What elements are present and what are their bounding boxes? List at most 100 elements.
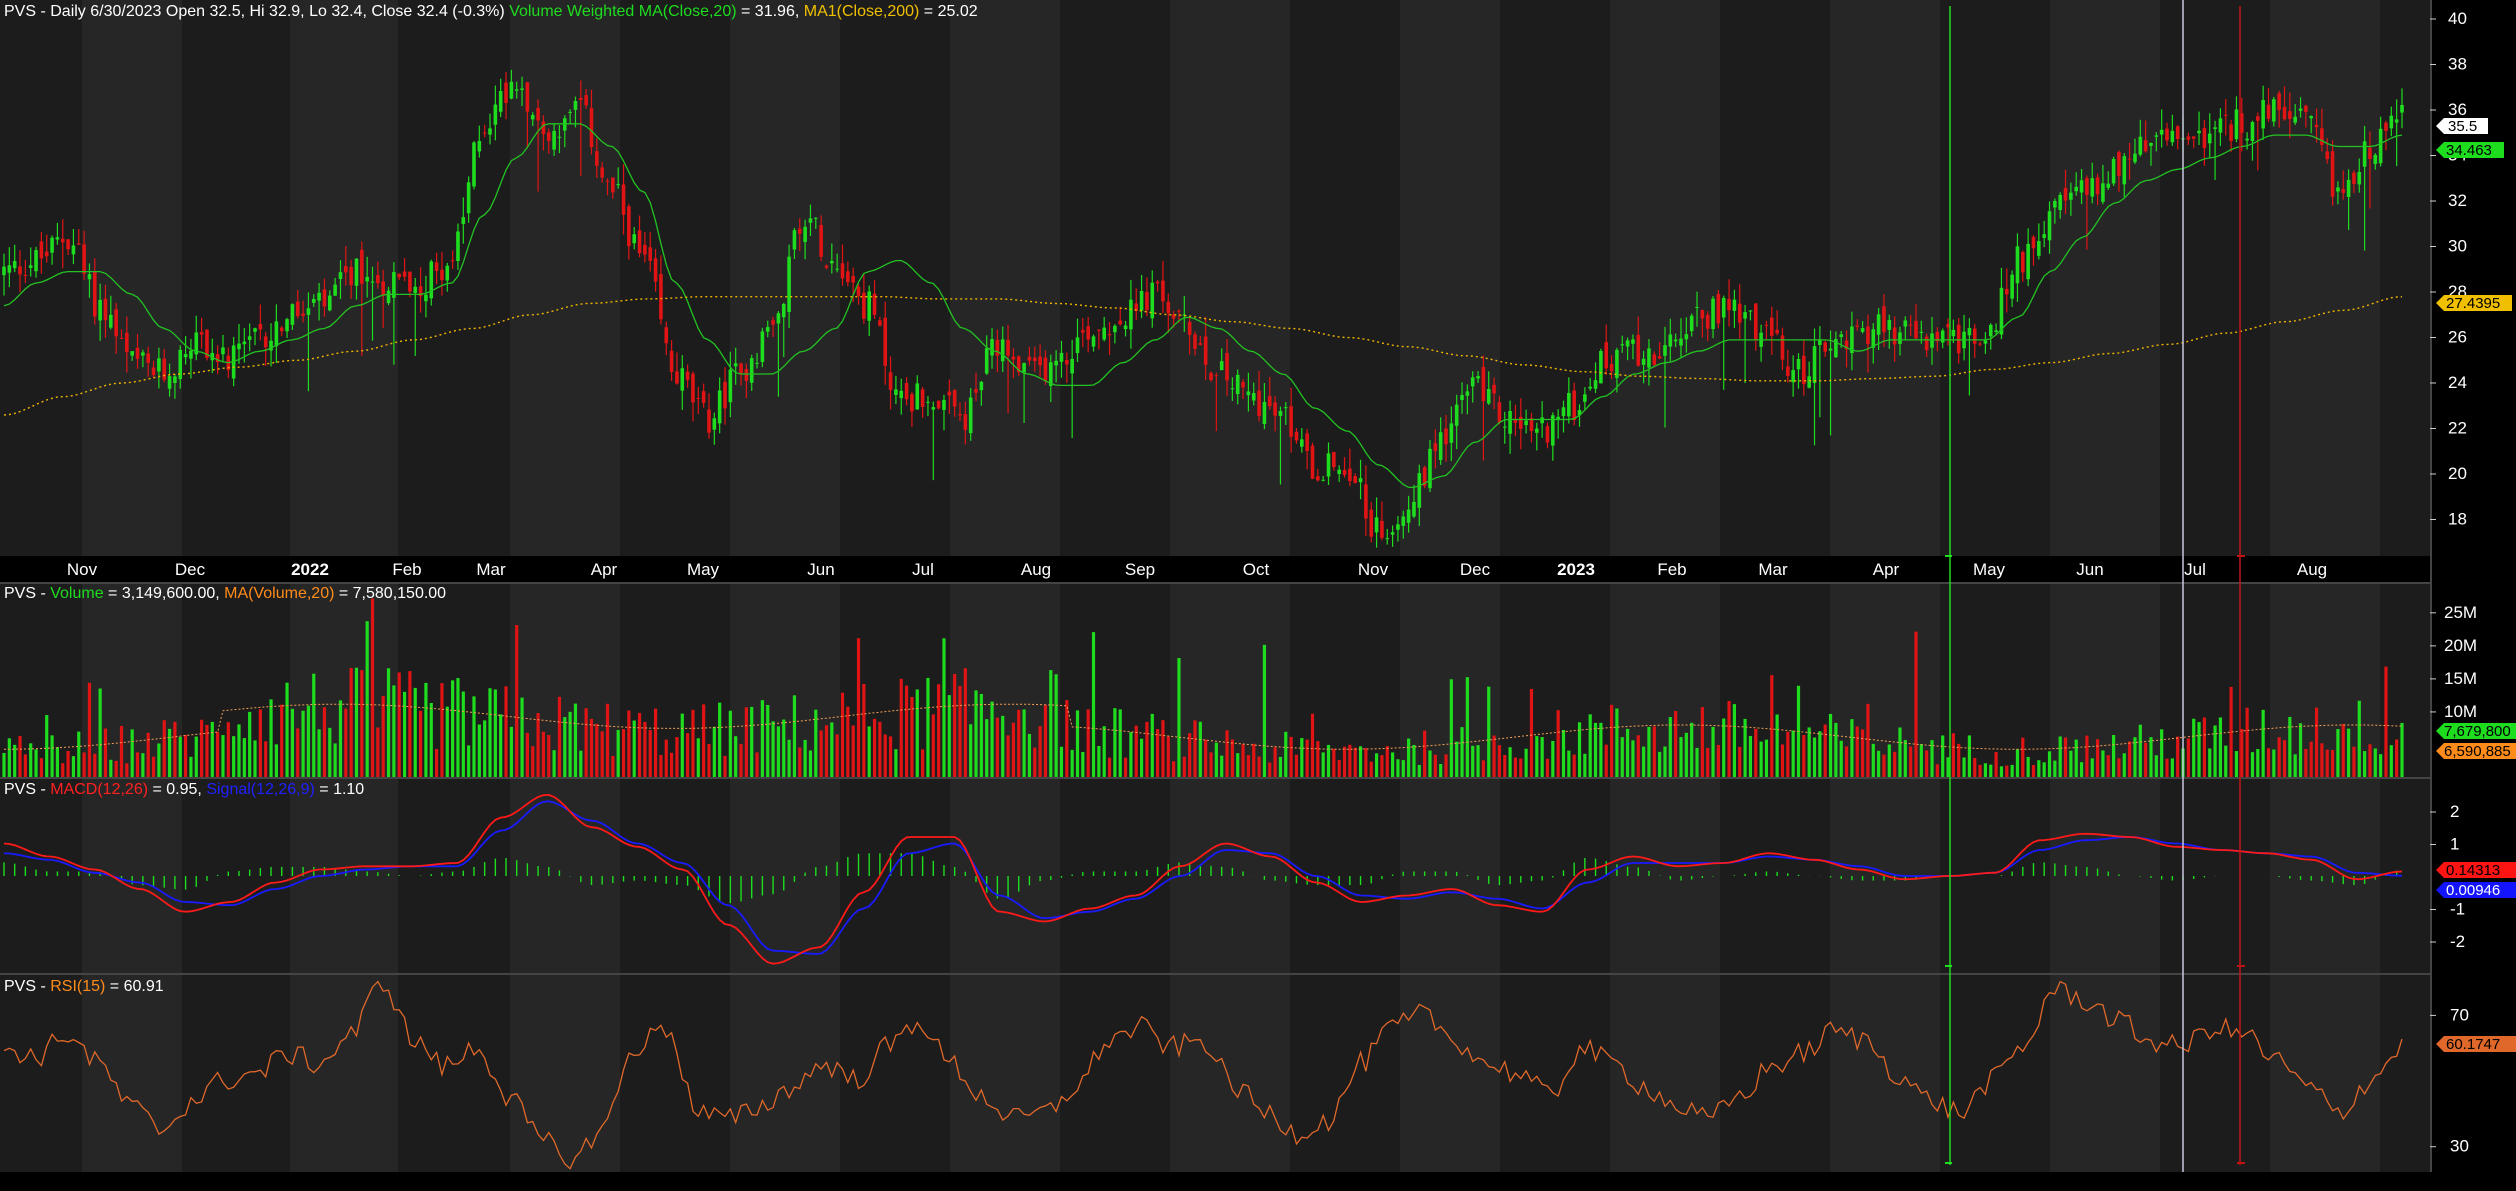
volume-bar — [2341, 724, 2345, 777]
month-stripe — [1610, 0, 1720, 556]
volume-bar — [232, 736, 236, 777]
candle-body — [498, 90, 503, 112]
candle-body — [942, 399, 946, 410]
volume-bar — [1188, 733, 1192, 777]
candle-body — [675, 371, 679, 384]
candle-body — [931, 407, 936, 410]
candle-body — [2069, 192, 2073, 200]
month-stripe — [182, 779, 290, 973]
candle-body — [2015, 246, 2020, 284]
volume-bar — [531, 746, 535, 777]
candle-body — [1812, 346, 1817, 383]
candle-body — [1129, 299, 1133, 330]
candle-body — [242, 341, 247, 345]
candle-body — [739, 363, 743, 375]
candle-body — [146, 353, 151, 363]
volume-bar — [1230, 739, 1234, 777]
volume-bar — [1535, 736, 1539, 777]
candle-body — [1652, 354, 1657, 365]
volume-bar — [1054, 674, 1058, 777]
volume-bar — [2031, 765, 2036, 777]
volume-bar — [1353, 747, 1357, 777]
volume-bar — [2010, 764, 2014, 777]
volume-bar — [1844, 746, 1849, 777]
volume-bar — [589, 718, 594, 777]
date-tick-label: Feb — [392, 560, 421, 579]
candle-body — [2117, 152, 2121, 176]
candle-body — [1609, 364, 1614, 372]
volume-bar — [429, 703, 433, 777]
volume-bar — [686, 733, 690, 777]
volume-bar — [424, 682, 428, 777]
volume-bar — [1177, 658, 1181, 777]
volume-bar — [1572, 754, 1576, 777]
volume-bar — [1786, 731, 1790, 777]
candle-body — [1593, 380, 1598, 389]
candle-body — [1684, 334, 1689, 340]
candle-body — [1972, 328, 1977, 344]
candle-body — [1502, 426, 1507, 428]
candle-body — [2026, 243, 2030, 280]
volume-bar — [1540, 737, 1544, 777]
volume-bar — [739, 744, 743, 777]
month-stripe — [182, 975, 290, 1172]
volume-bar — [200, 719, 204, 777]
candle-body — [2122, 156, 2127, 185]
volume-bar — [1321, 752, 1325, 777]
volume-bar — [2314, 707, 2319, 777]
volume-bar — [392, 685, 396, 777]
candle-body — [888, 372, 893, 390]
volume-bar — [1316, 741, 1320, 777]
volume-bar — [2021, 737, 2025, 777]
month-stripe — [82, 0, 182, 556]
candle-body — [691, 373, 695, 403]
date-tick-label: May — [1973, 560, 2006, 579]
volume-bar — [1658, 751, 1662, 777]
candle-body — [55, 237, 60, 240]
candle-body — [546, 132, 551, 141]
macd-header-symbol: PVS — [4, 781, 36, 798]
month-stripe — [730, 975, 840, 1172]
candle-body — [1914, 320, 1918, 339]
macd-tick-label: -1 — [2450, 900, 2465, 919]
volume-bar — [1017, 709, 1021, 777]
volume-bar — [7, 738, 11, 777]
candle-body — [910, 394, 914, 412]
volume-bar — [397, 672, 401, 777]
candle-body — [664, 327, 669, 344]
candle-body — [2074, 186, 2079, 192]
candle-body — [1486, 389, 1491, 404]
candle-body — [723, 381, 727, 409]
volume-bar — [1914, 631, 1918, 777]
candle-body — [1689, 315, 1694, 332]
candle-body — [445, 265, 450, 281]
candle-body — [1647, 348, 1651, 368]
volume-bar — [2090, 758, 2094, 777]
candle-body — [402, 271, 407, 277]
candle-body — [2362, 141, 2367, 167]
volume-bar — [18, 736, 22, 777]
volume-bar — [990, 701, 994, 777]
volume-bar — [707, 744, 711, 777]
volume-bar — [1748, 735, 1753, 777]
volume-bar — [1989, 764, 1993, 777]
macd-tick-label: 1 — [2450, 835, 2459, 854]
candle-body — [1000, 339, 1005, 362]
chart-svg[interactable]: 182022242628303234363840 10M15M20M25M 21… — [0, 0, 2516, 1191]
volume-bar — [1401, 760, 1405, 777]
candle-body — [1043, 357, 1048, 381]
candle-body — [1604, 342, 1609, 369]
candle-body — [717, 390, 722, 424]
candle-body — [1855, 325, 1860, 327]
volume-bar — [61, 763, 65, 777]
volume-bar — [744, 707, 748, 777]
volume-bar — [1455, 741, 1459, 777]
volume-bar — [2288, 716, 2292, 777]
volume-bar — [1476, 745, 1480, 777]
candle-body — [2298, 108, 2303, 111]
volume-tick-label: 20M — [2444, 636, 2477, 655]
month-stripe — [840, 975, 950, 1172]
volume-bar — [568, 711, 572, 777]
volume-bar — [979, 693, 983, 777]
volume-bar — [1444, 754, 1448, 777]
